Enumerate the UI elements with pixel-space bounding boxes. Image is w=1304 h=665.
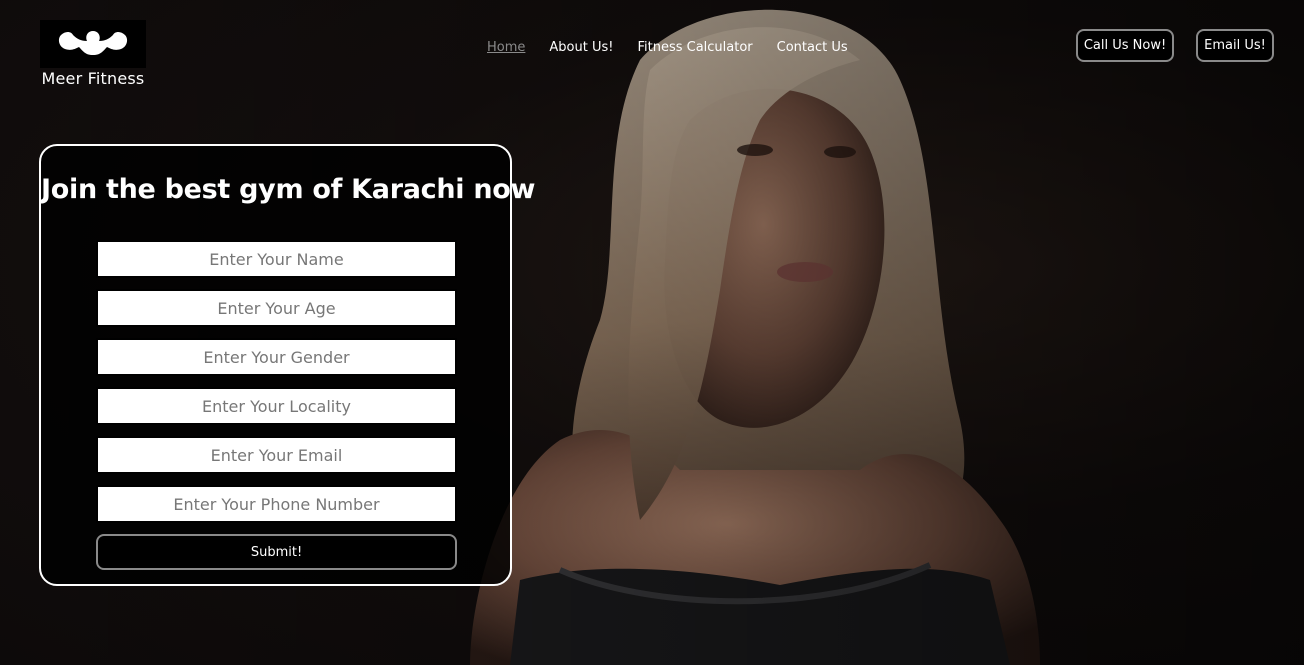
nav-link-contact[interactable]: Contact Us [777,40,848,55]
age-field[interactable] [96,289,457,327]
gender-field[interactable] [96,338,457,376]
flexing-muscles-icon [58,31,128,55]
phone-field[interactable] [96,485,457,523]
logo-mark [40,20,146,68]
brand-name: Meer Fitness [41,69,145,88]
form-title: Join the best gym of Karachi now [41,174,536,205]
nav-link-fitness-calculator[interactable]: Fitness Calculator [637,40,752,55]
submit-button[interactable]: Submit! [96,534,457,570]
nav-link-home[interactable]: Home [487,40,525,55]
email-us-button[interactable]: Email Us! [1196,29,1274,62]
locality-field[interactable] [96,387,457,425]
call-us-button[interactable]: Call Us Now! [1076,29,1174,62]
email-field[interactable] [96,436,457,474]
name-field[interactable] [96,240,457,278]
nav-link-about[interactable]: About Us! [549,40,613,55]
signup-form: Join the best gym of Karachi now Submit! [39,144,536,586]
landing-page: Meer Fitness Home About Us! Fitness Calc… [0,0,1304,665]
main-nav: Home About Us! Fitness Calculator Contac… [487,40,848,55]
brand-logo[interactable]: Meer Fitness [40,20,146,90]
